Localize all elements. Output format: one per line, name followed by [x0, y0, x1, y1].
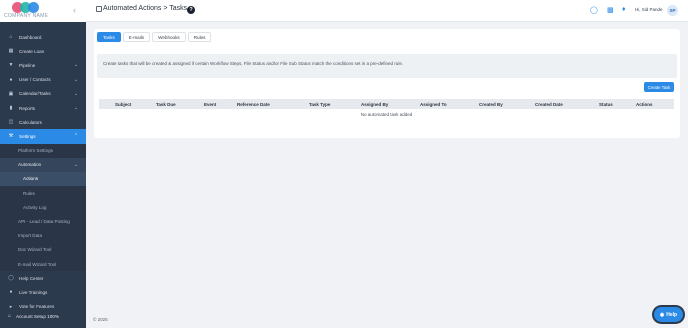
help-question-icon[interactable]: ? [187, 6, 195, 14]
chart-icon: ▮ [9, 105, 13, 112]
logo-text: COMPANY NAME [4, 13, 49, 19]
column-header[interactable]: Task Type [309, 102, 330, 107]
sidebar-item-user-contacts[interactable]: ● User / Contacts ⌄ [0, 73, 86, 87]
bell-icon[interactable]: ♦ [622, 6, 626, 13]
sidebar-item-actions[interactable]: Actions [0, 171, 86, 187]
tab-tasks[interactable]: Tasks [97, 32, 121, 42]
tab-bar: Tasks E-mails Webhooks Rules [97, 32, 212, 42]
help-button-label: Help [666, 311, 678, 318]
chevron-down-icon: ⌄ [73, 76, 78, 83]
sidebar-item-pipeline[interactable]: ▼ Pipeline ⌄ [0, 58, 86, 72]
sidebar-item-label: Platform Settings [18, 148, 53, 154]
help-chat-button[interactable]: ◉ Help [654, 307, 683, 322]
page-icon [96, 6, 102, 12]
sidebar-item-label: Help Center [19, 275, 44, 281]
sidebar-item-label: API - Lead / Data Posting [18, 219, 70, 225]
sidebar-item-automation[interactable]: Automation ⌄ [0, 157, 86, 172]
table-header: Subject Task Due Event Reference Date Ta… [99, 99, 674, 109]
sidebar-item-label: User / Contacts [19, 77, 51, 83]
tab-webhooks[interactable]: Webhooks [152, 32, 186, 42]
column-header: Actions [636, 101, 653, 107]
sidebar-item-label: Doc Wizard Tool [18, 247, 52, 253]
sidebar-item-rules[interactable]: Rules [0, 186, 86, 201]
main-card: Tasks E-mails Webhooks Rules Create task… [94, 29, 680, 138]
sidebar-item-label: Live Trainings [19, 289, 48, 295]
sidebar-item-label: Reports [19, 105, 36, 111]
empty-table-message: No automated task added [360, 112, 413, 117]
chevron-down-icon: ⌄ [73, 90, 78, 97]
tab-emails[interactable]: E-mails [122, 32, 151, 42]
user-greeting: Hi, Sid Pande [635, 7, 663, 12]
sidebar-item-label: Actions [23, 176, 39, 182]
top-bar: Automated Actions > Tasks ? ◯ ▩ ♦ Hi, Si… [86, 0, 688, 22]
column-header[interactable]: Reference Date [237, 102, 270, 107]
sidebar-item-label: E-mail Wizard Tool [18, 261, 57, 267]
sidebar-item-create-loan[interactable]: ▦ Create Loan [0, 44, 86, 58]
wrench-icon: ⚒ [8, 133, 14, 140]
help-circle-icon: ◯ [8, 275, 14, 282]
create-task-button[interactable]: Create Task [644, 82, 674, 92]
sidebar-item-label: Import Data [18, 233, 42, 239]
sidebar-item-label: Settings [19, 133, 36, 139]
sidebar-item-settings[interactable]: ⚒ Settings ⌃ [0, 129, 86, 144]
sidebar-item-dashboard[interactable]: ⌂ Dashboard [0, 30, 86, 44]
sidebar-item-label: Pipeline [19, 62, 36, 68]
sidebar-item-platform-settings[interactable]: Platform Settings [0, 143, 86, 158]
filter-icon: ▼ [8, 62, 14, 69]
sidebar-item-reports[interactable]: ▮ Reports ⌄ [0, 101, 86, 115]
column-header[interactable]: Subject [115, 102, 131, 107]
chevron-down-icon: ⌄ [73, 105, 78, 112]
sidebar-item-activity-log[interactable]: Activity Log [0, 200, 86, 215]
column-header[interactable]: Created Date [535, 102, 563, 107]
chat-icon[interactable]: ▩ [607, 6, 614, 14]
sidebar-item-label: Calendar/Tasks [19, 91, 51, 97]
user-icon: ● [9, 76, 13, 83]
sidebar-item-label: Calculators [19, 119, 42, 125]
person-icon: ● [9, 289, 13, 296]
sidebar-item-calculators[interactable]: ◫ Calculators [0, 115, 86, 129]
page-title: Automated Actions > Tasks [103, 5, 188, 12]
sidebar-item-email-wizard-tool[interactable]: E-mail Wizard Tool [0, 257, 86, 272]
sidebar-item-calendar-tasks[interactable]: ▣ Calendar/Tasks ⌄ [0, 87, 86, 101]
sidebar-item-help-center[interactable]: ◯ Help Center [0, 271, 86, 285]
column-header[interactable]: Assigned By [361, 102, 388, 107]
sidebar-item-label: Automation [18, 162, 42, 168]
home-settings-icon: ⌂ [8, 313, 12, 319]
sidebar-item-label: Rules [23, 190, 35, 196]
sidebar-item-doc-wizard-tool[interactable]: Doc Wizard Tool [0, 242, 86, 257]
sidebar-nav: ⌂ Dashboard ▦ Create Loan ▼ Pipeline ⌄ ●… [0, 30, 86, 314]
column-header[interactable]: Status [599, 102, 613, 107]
column-header[interactable]: Task Due [156, 102, 176, 107]
footer-copyright: © 2025 [93, 317, 108, 322]
sidebar: COMPANY NAME ‹ ⌂ Dashboard ▦ Create Loan… [0, 0, 86, 328]
account-setup-progress[interactable]: ⌂ Account Setup 100% [0, 309, 86, 323]
chevron-up-icon: ⌃ [73, 133, 78, 140]
sidebar-item-api-lead-data-posting[interactable]: API - Lead / Data Posting [0, 214, 86, 229]
info-banner: Create tasks that will be created & assi… [97, 54, 677, 78]
account-setup-label: Account Setup 100% [16, 313, 59, 319]
collapse-sidebar-icon[interactable]: ‹ [73, 5, 76, 15]
sidebar-item-import-data[interactable]: Import Data [0, 228, 86, 243]
sidebar-item-live-trainings[interactable]: ● Live Trainings [0, 285, 86, 299]
chevron-down-icon: ⌄ [73, 62, 78, 69]
folder-plus-icon: ▦ [8, 48, 14, 55]
column-header[interactable]: Event [204, 102, 216, 107]
calendar-icon: ▣ [8, 90, 14, 97]
column-header[interactable]: Assigned To [420, 102, 447, 107]
chevron-down-icon: ⌄ [73, 161, 78, 168]
sidebar-item-label: Dashboard [19, 34, 42, 40]
sidebar-item-label: Create Loan [19, 48, 45, 54]
calculator-icon: ◫ [8, 119, 14, 126]
sidebar-item-label: Activity Log [23, 204, 47, 210]
avatar[interactable]: SP [667, 5, 678, 16]
clock-icon[interactable]: ◯ [590, 6, 598, 14]
tab-rules[interactable]: Rules [187, 32, 212, 42]
home-icon: ⌂ [9, 34, 13, 41]
column-header[interactable]: Created By [479, 102, 503, 107]
chat-bubble-icon: ◉ [659, 311, 665, 318]
